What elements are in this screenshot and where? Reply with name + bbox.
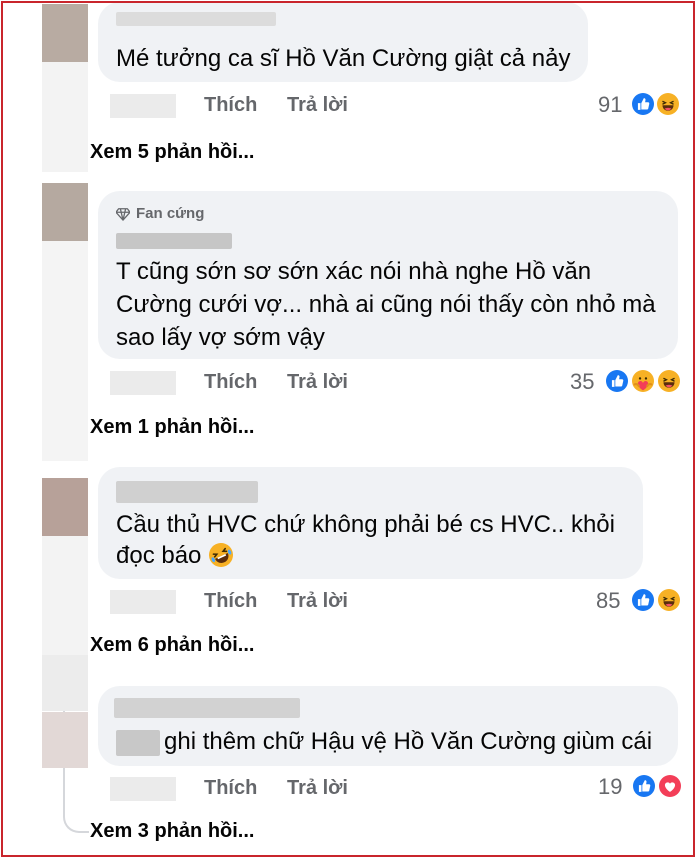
reaction-icons[interactable]	[630, 91, 686, 117]
badge-label: Fan cứng	[136, 205, 205, 222]
timestamp-blurred[interactable]	[110, 777, 176, 801]
fan-badge: Fan cứng	[116, 205, 204, 222]
author-name-blurred[interactable]	[116, 481, 258, 503]
comment-text: ghi thêm chữ Hậu vệ Hồ Văn Cường giùm cá…	[164, 728, 653, 755]
haha-icon	[656, 368, 682, 394]
timestamp-blurred[interactable]	[110, 94, 176, 118]
view-replies-link[interactable]: Xem 6 phản hồi...	[90, 634, 254, 657]
love-icon	[657, 773, 683, 799]
comment-text-line: sao lấy vợ sớm vậy	[116, 324, 325, 351]
like-icon	[630, 587, 656, 613]
comment-bubble: Mé tưởng ca sĩ Hồ Văn Cường giật cả nảy	[98, 2, 588, 82]
like-action[interactable]: Thích	[204, 590, 257, 613]
like-icon	[604, 368, 630, 394]
comment-bubble: Cầu thủ HVC chứ không phải bé cs HVC.. k…	[98, 467, 643, 579]
comment-text-fragment: đọc báo	[116, 542, 202, 569]
reaction-icons[interactable]	[604, 368, 686, 394]
view-replies-link[interactable]: Xem 1 phản hồi...	[90, 416, 254, 439]
comment-text-line: Cầu thủ HVC chứ không phải bé cs HVC.. k…	[116, 511, 615, 538]
haha-icon	[656, 587, 682, 613]
avatar[interactable]	[42, 4, 88, 62]
timestamp-blurred[interactable]	[110, 590, 176, 614]
comment-bubble: Fan cứng T cũng sớn sơ sớn xác nói nhà n…	[98, 191, 678, 359]
like-icon	[630, 91, 656, 117]
diamond-icon	[116, 207, 130, 221]
reply-action[interactable]: Trả lời	[287, 590, 348, 613]
reply-action[interactable]: Trả lời	[287, 777, 348, 800]
reaction-icons[interactable]	[631, 773, 685, 799]
view-replies-link[interactable]: Xem 5 phản hồi...	[90, 141, 254, 164]
reaction-count[interactable]: 91	[598, 92, 622, 118]
thread-curve	[63, 803, 89, 833]
reaction-count[interactable]: 35	[570, 369, 594, 395]
comment-text-line: Cường cưới vợ... nhà ai cũng nói thấy cò…	[116, 291, 656, 318]
author-name-blurred[interactable]	[116, 233, 232, 249]
comment-text-line: đọc báo	[116, 539, 234, 572]
avatar[interactable]	[42, 655, 88, 711]
rolling-laughing-emoji-icon	[208, 542, 234, 568]
avatar[interactable]	[42, 712, 88, 768]
like-action[interactable]: Thích	[204, 777, 257, 800]
avatar[interactable]	[42, 478, 88, 536]
reply-action[interactable]: Trả lời	[287, 371, 348, 394]
comment-bubble: ghi thêm chữ Hậu vệ Hồ Văn Cường giùm cá…	[98, 686, 678, 766]
reaction-count[interactable]: 19	[598, 774, 622, 800]
author-name-blurred[interactable]	[116, 12, 276, 26]
reaction-icons[interactable]	[630, 587, 686, 613]
avatar-blur	[42, 536, 88, 656]
like-action[interactable]: Thích	[204, 94, 257, 117]
avatar-blur	[42, 62, 88, 172]
reply-action[interactable]: Trả lời	[287, 94, 348, 117]
avatar[interactable]	[42, 183, 88, 241]
mention-blurred[interactable]	[116, 730, 160, 756]
reaction-count[interactable]: 85	[596, 588, 620, 614]
timestamp-blurred[interactable]	[110, 371, 176, 395]
like-icon	[631, 773, 657, 799]
care-icon	[630, 368, 656, 394]
like-action[interactable]: Thích	[204, 371, 257, 394]
view-replies-link[interactable]: Xem 3 phản hồi...	[90, 820, 254, 843]
avatar-blur	[42, 241, 88, 461]
haha-icon	[655, 91, 681, 117]
comment-text-line: T cũng sớn sơ sớn xác nói nhà nghe Hồ vă…	[116, 258, 592, 285]
comment-text: Mé tưởng ca sĩ Hồ Văn Cường giật cả nảy	[116, 45, 571, 72]
author-name-blurred[interactable]	[114, 698, 300, 718]
